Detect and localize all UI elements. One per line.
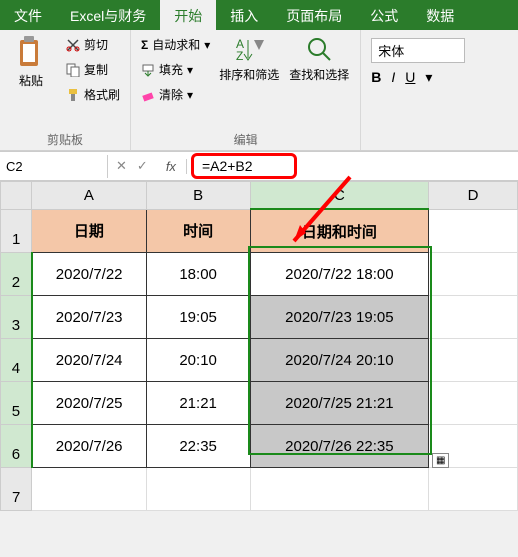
cell-a1[interactable]: 日期 (32, 209, 146, 253)
formula-bar: ✕ ✓ fx =A2+B2 (0, 151, 518, 181)
col-header-a[interactable]: A (32, 182, 146, 210)
ribbon-group-editing: Σ 自动求和 ▾ 填充 ▾ 清除 ▾ AZ 排序和筛选 (131, 30, 361, 150)
cell-d7[interactable] (429, 468, 518, 511)
row-header-7[interactable]: 7 (1, 468, 32, 511)
cell-b4[interactable]: 20:10 (146, 339, 250, 382)
eraser-icon (141, 88, 155, 102)
cell-d4[interactable] (429, 339, 518, 382)
cell-d2[interactable] (429, 253, 518, 296)
cell-d5[interactable] (429, 382, 518, 425)
cell-d1[interactable] (429, 209, 518, 253)
fill-button[interactable]: 填充 ▾ (137, 59, 214, 80)
tab-formulas[interactable]: 公式 (356, 0, 412, 30)
italic-button[interactable]: I (391, 69, 395, 86)
brush-icon (66, 88, 80, 102)
name-box[interactable] (0, 155, 108, 178)
cell-a5[interactable]: 2020/7/25 (32, 382, 146, 425)
cell-a2[interactable]: 2020/7/22 (32, 253, 146, 296)
clipboard-group-label: 剪贴板 (47, 131, 83, 148)
tab-insert[interactable]: 插入 (216, 0, 272, 30)
col-header-b[interactable]: B (146, 182, 250, 210)
format-painter-button[interactable]: 格式刷 (62, 84, 124, 105)
autofill-options-icon[interactable]: ▦ (432, 453, 449, 468)
ribbon-tabs: 文件 Excel与财务 开始 插入 页面布局 公式 数据 (0, 0, 518, 30)
paste-icon (16, 34, 46, 70)
col-header-d[interactable]: D (429, 182, 518, 210)
font-name-select[interactable]: 宋体 (371, 38, 465, 63)
clear-button[interactable]: 清除 ▾ (137, 84, 214, 105)
cell-c2[interactable]: 2020/7/22 18:00 (250, 253, 428, 296)
cell-c4[interactable]: 2020/7/24 20:10 (250, 339, 428, 382)
copy-icon (66, 63, 80, 77)
copy-button[interactable]: 复制 (62, 59, 124, 80)
row-header-5[interactable]: 5 (1, 382, 32, 425)
ribbon: 粘贴 剪切 复制 格式刷 剪贴板 (0, 30, 518, 151)
cell-a6[interactable]: 2020/7/26 (32, 425, 146, 468)
sigma-icon: Σ (141, 38, 148, 52)
row-header-6[interactable]: 6 (1, 425, 32, 468)
cell-b5[interactable]: 21:21 (146, 382, 250, 425)
paste-label: 粘贴 (19, 72, 43, 89)
tab-file[interactable]: 文件 (0, 0, 56, 30)
sort-filter-button[interactable]: AZ 排序和筛选 (214, 34, 284, 83)
row-header-3[interactable]: 3 (1, 296, 32, 339)
cancel-icon[interactable]: ✕ (116, 158, 127, 174)
chevron-down-icon: ▾ (187, 88, 193, 102)
magnifier-icon (304, 34, 334, 64)
cell-c6[interactable]: 2020/7/26 22:35 (250, 425, 428, 468)
col-header-c[interactable]: C (250, 182, 428, 210)
cell-c5[interactable]: 2020/7/25 21:21 (250, 382, 428, 425)
cell-c3[interactable]: 2020/7/23 19:05 (250, 296, 428, 339)
formula-input[interactable]: =A2+B2 (191, 153, 297, 179)
spreadsheet: A B C D 1 日期 时间 日期和时间 2 2020/7/22 18:00 … (0, 181, 518, 511)
autosum-button[interactable]: Σ 自动求和 ▾ (137, 34, 214, 55)
row-header-4[interactable]: 4 (1, 339, 32, 382)
tab-home[interactable]: 开始 (160, 0, 216, 30)
svg-text:Z: Z (236, 49, 243, 63)
find-select-button[interactable]: 查找和选择 (284, 34, 354, 83)
scissors-icon (66, 38, 80, 52)
chevron-down-icon[interactable]: ▾ (425, 69, 432, 86)
tab-data[interactable]: 数据 (412, 0, 468, 30)
cell-b7[interactable] (146, 468, 250, 511)
chevron-down-icon: ▾ (187, 63, 193, 77)
sort-filter-icon: AZ (234, 34, 264, 64)
tab-page-layout[interactable]: 页面布局 (272, 0, 356, 30)
cell-b2[interactable]: 18:00 (146, 253, 250, 296)
cell-c7[interactable] (250, 468, 428, 511)
bold-button[interactable]: B (371, 69, 381, 86)
fill-down-icon (141, 63, 155, 77)
cell-a7[interactable] (32, 468, 146, 511)
ribbon-group-font: 宋体 B I U ▾ (361, 30, 475, 150)
chevron-down-icon: ▾ (204, 38, 210, 52)
cell-b1[interactable]: 时间 (146, 209, 250, 253)
fx-icon[interactable]: fx (156, 159, 187, 174)
cell-d3[interactable] (429, 296, 518, 339)
row-header-2[interactable]: 2 (1, 253, 32, 296)
cut-button[interactable]: 剪切 (62, 34, 124, 55)
cell-b6[interactable]: 22:35 (146, 425, 250, 468)
ribbon-group-clipboard: 粘贴 剪切 复制 格式刷 剪贴板 (0, 30, 131, 150)
cell-c1[interactable]: 日期和时间 (250, 209, 428, 253)
editing-group-label: 编辑 (234, 131, 258, 148)
enter-icon[interactable]: ✓ (137, 158, 148, 174)
tab-excel-finance[interactable]: Excel与财务 (56, 0, 160, 30)
cell-a4[interactable]: 2020/7/24 (32, 339, 146, 382)
select-all-corner[interactable] (1, 182, 32, 210)
paste-button[interactable]: 粘贴 (6, 34, 56, 89)
underline-button[interactable]: U (405, 69, 415, 86)
row-header-1[interactable]: 1 (1, 209, 32, 253)
cell-b3[interactable]: 19:05 (146, 296, 250, 339)
cell-a3[interactable]: 2020/7/23 (32, 296, 146, 339)
